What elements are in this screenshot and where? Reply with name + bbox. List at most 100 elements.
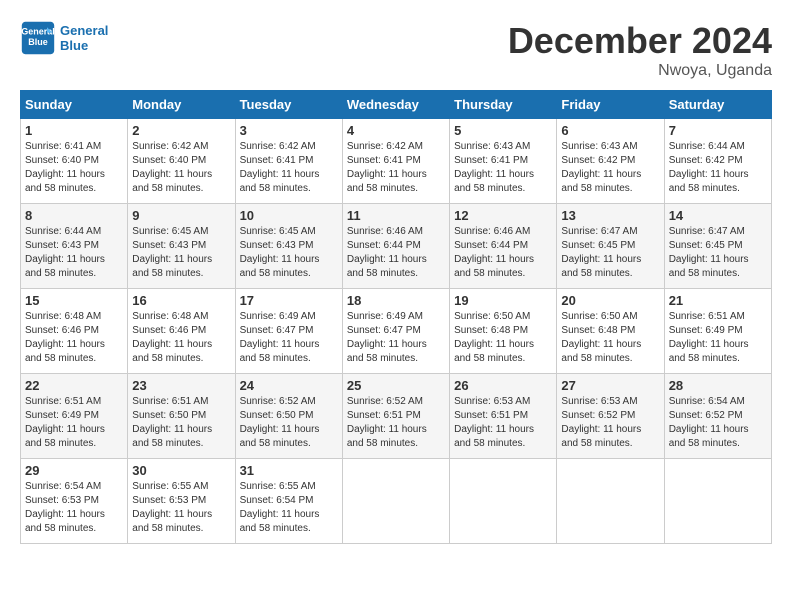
calendar-cell: 29 Sunrise: 6:54 AM Sunset: 6:53 PM Dayl… xyxy=(21,459,128,544)
calendar-cell xyxy=(450,459,557,544)
day-number: 30 xyxy=(132,463,230,478)
calendar-cell: 27 Sunrise: 6:53 AM Sunset: 6:52 PM Dayl… xyxy=(557,374,664,459)
calendar-cell: 2 Sunrise: 6:42 AM Sunset: 6:40 PM Dayli… xyxy=(128,119,235,204)
calendar-cell: 31 Sunrise: 6:55 AM Sunset: 6:54 PM Dayl… xyxy=(235,459,342,544)
calendar-cell xyxy=(557,459,664,544)
day-info: Sunrise: 6:51 AM Sunset: 6:49 PM Dayligh… xyxy=(25,395,123,451)
day-number: 20 xyxy=(561,293,659,308)
day-number: 28 xyxy=(669,378,767,393)
day-info: Sunrise: 6:46 AM Sunset: 6:44 PM Dayligh… xyxy=(454,225,552,281)
calendar-cell: 19 Sunrise: 6:50 AM Sunset: 6:48 PM Dayl… xyxy=(450,289,557,374)
calendar-week-1: 1 Sunrise: 6:41 AM Sunset: 6:40 PM Dayli… xyxy=(21,119,772,204)
header-day-sunday: Sunday xyxy=(21,91,128,119)
logo-icon: General Blue xyxy=(20,20,56,56)
day-number: 2 xyxy=(132,123,230,138)
day-info: Sunrise: 6:53 AM Sunset: 6:51 PM Dayligh… xyxy=(454,395,552,451)
calendar-cell: 5 Sunrise: 6:43 AM Sunset: 6:41 PM Dayli… xyxy=(450,119,557,204)
logo: General Blue General Blue xyxy=(20,20,108,56)
day-number: 1 xyxy=(25,123,123,138)
calendar-cell: 20 Sunrise: 6:50 AM Sunset: 6:48 PM Dayl… xyxy=(557,289,664,374)
calendar-cell: 10 Sunrise: 6:45 AM Sunset: 6:43 PM Dayl… xyxy=(235,204,342,289)
logo-text: General xyxy=(60,23,108,38)
calendar-cell: 13 Sunrise: 6:47 AM Sunset: 6:45 PM Dayl… xyxy=(557,204,664,289)
day-number: 14 xyxy=(669,208,767,223)
day-number: 29 xyxy=(25,463,123,478)
day-number: 5 xyxy=(454,123,552,138)
calendar-week-3: 15 Sunrise: 6:48 AM Sunset: 6:46 PM Dayl… xyxy=(21,289,772,374)
calendar-cell: 15 Sunrise: 6:48 AM Sunset: 6:46 PM Dayl… xyxy=(21,289,128,374)
calendar-week-2: 8 Sunrise: 6:44 AM Sunset: 6:43 PM Dayli… xyxy=(21,204,772,289)
header-day-saturday: Saturday xyxy=(664,91,771,119)
day-number: 25 xyxy=(347,378,445,393)
calendar-cell: 3 Sunrise: 6:42 AM Sunset: 6:41 PM Dayli… xyxy=(235,119,342,204)
day-info: Sunrise: 6:42 AM Sunset: 6:41 PM Dayligh… xyxy=(347,140,445,196)
calendar-cell: 11 Sunrise: 6:46 AM Sunset: 6:44 PM Dayl… xyxy=(342,204,449,289)
header-day-thursday: Thursday xyxy=(450,91,557,119)
logo-blue: Blue xyxy=(60,38,108,53)
day-info: Sunrise: 6:49 AM Sunset: 6:47 PM Dayligh… xyxy=(347,310,445,366)
day-number: 12 xyxy=(454,208,552,223)
day-info: Sunrise: 6:43 AM Sunset: 6:41 PM Dayligh… xyxy=(454,140,552,196)
day-number: 23 xyxy=(132,378,230,393)
month-year-title: December 2024 xyxy=(508,20,772,62)
day-number: 6 xyxy=(561,123,659,138)
day-number: 19 xyxy=(454,293,552,308)
day-number: 18 xyxy=(347,293,445,308)
svg-text:Blue: Blue xyxy=(28,37,48,47)
calendar-cell: 4 Sunrise: 6:42 AM Sunset: 6:41 PM Dayli… xyxy=(342,119,449,204)
day-info: Sunrise: 6:53 AM Sunset: 6:52 PM Dayligh… xyxy=(561,395,659,451)
calendar-cell: 26 Sunrise: 6:53 AM Sunset: 6:51 PM Dayl… xyxy=(450,374,557,459)
day-number: 24 xyxy=(240,378,338,393)
day-info: Sunrise: 6:54 AM Sunset: 6:53 PM Dayligh… xyxy=(25,480,123,536)
day-info: Sunrise: 6:49 AM Sunset: 6:47 PM Dayligh… xyxy=(240,310,338,366)
day-number: 31 xyxy=(240,463,338,478)
calendar-cell: 17 Sunrise: 6:49 AM Sunset: 6:47 PM Dayl… xyxy=(235,289,342,374)
calendar-cell: 8 Sunrise: 6:44 AM Sunset: 6:43 PM Dayli… xyxy=(21,204,128,289)
calendar-cell: 18 Sunrise: 6:49 AM Sunset: 6:47 PM Dayl… xyxy=(342,289,449,374)
day-number: 11 xyxy=(347,208,445,223)
header-day-wednesday: Wednesday xyxy=(342,91,449,119)
calendar-cell: 22 Sunrise: 6:51 AM Sunset: 6:49 PM Dayl… xyxy=(21,374,128,459)
day-info: Sunrise: 6:55 AM Sunset: 6:53 PM Dayligh… xyxy=(132,480,230,536)
day-number: 9 xyxy=(132,208,230,223)
day-info: Sunrise: 6:48 AM Sunset: 6:46 PM Dayligh… xyxy=(25,310,123,366)
day-number: 17 xyxy=(240,293,338,308)
calendar-cell: 6 Sunrise: 6:43 AM Sunset: 6:42 PM Dayli… xyxy=(557,119,664,204)
day-info: Sunrise: 6:54 AM Sunset: 6:52 PM Dayligh… xyxy=(669,395,767,451)
day-info: Sunrise: 6:42 AM Sunset: 6:40 PM Dayligh… xyxy=(132,140,230,196)
day-info: Sunrise: 6:50 AM Sunset: 6:48 PM Dayligh… xyxy=(454,310,552,366)
calendar-cell: 14 Sunrise: 6:47 AM Sunset: 6:45 PM Dayl… xyxy=(664,204,771,289)
day-info: Sunrise: 6:45 AM Sunset: 6:43 PM Dayligh… xyxy=(132,225,230,281)
day-number: 8 xyxy=(25,208,123,223)
location-subtitle: Nwoya, Uganda xyxy=(508,62,772,80)
day-info: Sunrise: 6:50 AM Sunset: 6:48 PM Dayligh… xyxy=(561,310,659,366)
day-number: 10 xyxy=(240,208,338,223)
calendar-week-4: 22 Sunrise: 6:51 AM Sunset: 6:49 PM Dayl… xyxy=(21,374,772,459)
day-number: 26 xyxy=(454,378,552,393)
day-number: 7 xyxy=(669,123,767,138)
calendar-cell: 7 Sunrise: 6:44 AM Sunset: 6:42 PM Dayli… xyxy=(664,119,771,204)
title-block: December 2024 Nwoya, Uganda xyxy=(508,20,772,80)
header-day-friday: Friday xyxy=(557,91,664,119)
day-info: Sunrise: 6:52 AM Sunset: 6:51 PM Dayligh… xyxy=(347,395,445,451)
calendar-cell: 28 Sunrise: 6:54 AM Sunset: 6:52 PM Dayl… xyxy=(664,374,771,459)
day-info: Sunrise: 6:42 AM Sunset: 6:41 PM Dayligh… xyxy=(240,140,338,196)
day-info: Sunrise: 6:51 AM Sunset: 6:49 PM Dayligh… xyxy=(669,310,767,366)
calendar-cell: 21 Sunrise: 6:51 AM Sunset: 6:49 PM Dayl… xyxy=(664,289,771,374)
day-info: Sunrise: 6:47 AM Sunset: 6:45 PM Dayligh… xyxy=(561,225,659,281)
day-info: Sunrise: 6:41 AM Sunset: 6:40 PM Dayligh… xyxy=(25,140,123,196)
calendar-cell xyxy=(664,459,771,544)
calendar-table: SundayMondayTuesdayWednesdayThursdayFrid… xyxy=(20,90,772,544)
header-day-monday: Monday xyxy=(128,91,235,119)
header-row: SundayMondayTuesdayWednesdayThursdayFrid… xyxy=(21,91,772,119)
calendar-cell: 30 Sunrise: 6:55 AM Sunset: 6:53 PM Dayl… xyxy=(128,459,235,544)
calendar-header: SundayMondayTuesdayWednesdayThursdayFrid… xyxy=(21,91,772,119)
calendar-cell: 24 Sunrise: 6:52 AM Sunset: 6:50 PM Dayl… xyxy=(235,374,342,459)
day-info: Sunrise: 6:45 AM Sunset: 6:43 PM Dayligh… xyxy=(240,225,338,281)
day-info: Sunrise: 6:48 AM Sunset: 6:46 PM Dayligh… xyxy=(132,310,230,366)
day-info: Sunrise: 6:55 AM Sunset: 6:54 PM Dayligh… xyxy=(240,480,338,536)
calendar-cell: 23 Sunrise: 6:51 AM Sunset: 6:50 PM Dayl… xyxy=(128,374,235,459)
calendar-cell: 25 Sunrise: 6:52 AM Sunset: 6:51 PM Dayl… xyxy=(342,374,449,459)
calendar-cell: 9 Sunrise: 6:45 AM Sunset: 6:43 PM Dayli… xyxy=(128,204,235,289)
day-number: 15 xyxy=(25,293,123,308)
